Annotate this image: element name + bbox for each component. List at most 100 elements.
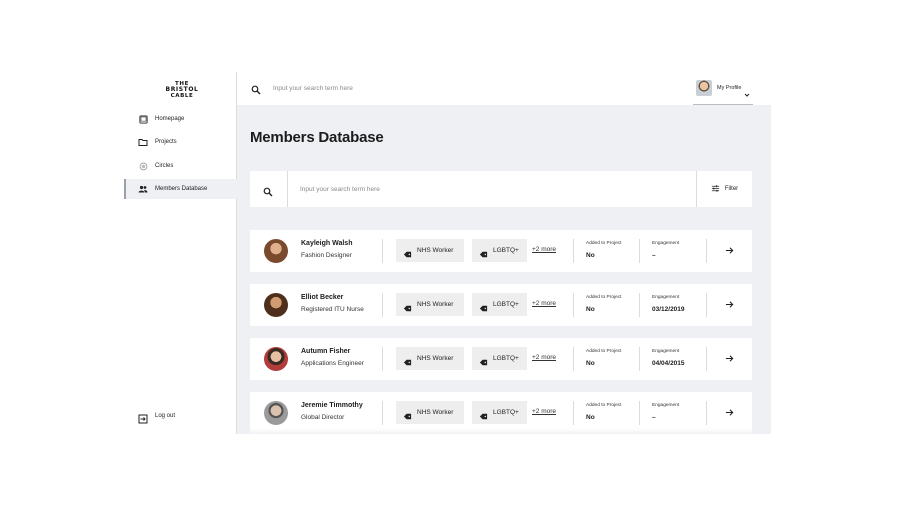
people-icon	[138, 184, 148, 194]
engagement-label: Engagement	[652, 403, 680, 408]
added-to-project-value: No	[586, 360, 595, 367]
tag-nhs-worker[interactable]: NHS Worker	[396, 347, 464, 370]
tag-lgbtq[interactable]: LGBTQ+	[472, 293, 527, 316]
brand-line-3: CABLE	[170, 93, 194, 99]
tag-icon	[479, 246, 488, 258]
divider	[639, 347, 640, 371]
tag-label: NHS Worker	[417, 355, 454, 362]
page-title: Members Database	[250, 129, 384, 146]
member-card: Autumn Fisher Applications Engineer NHS …	[250, 338, 752, 380]
divider	[573, 239, 574, 263]
filter-label: Filter	[724, 186, 739, 192]
logout-button[interactable]: Log out	[124, 406, 237, 426]
tag-nhs-worker[interactable]: NHS Worker	[396, 293, 464, 316]
more-tags-link[interactable]: +2 more	[532, 300, 556, 307]
tag-nhs-worker[interactable]: NHS Worker	[396, 239, 464, 262]
member-card: Elliot Becker Registered ITU Nurse NHS W…	[250, 284, 752, 326]
tag-lgbtq[interactable]: LGBTQ+	[472, 401, 527, 424]
added-to-project-label: Added to Project	[586, 295, 622, 300]
added-to-project-value: No	[586, 306, 595, 313]
divider	[382, 347, 383, 371]
circle-icon	[138, 161, 148, 171]
members-search-input[interactable]	[300, 181, 680, 197]
engagement-value: –	[652, 414, 656, 421]
tag-icon	[403, 354, 412, 366]
divider	[573, 347, 574, 371]
divider	[573, 401, 574, 425]
sidebar-item-label: Members Database	[155, 186, 208, 192]
tag-label: NHS Worker	[417, 409, 454, 416]
divider	[382, 293, 383, 317]
profile-label: My Profile	[717, 85, 742, 91]
more-tags-link[interactable]: +2 more	[532, 354, 556, 361]
divider	[287, 171, 288, 207]
avatar	[696, 80, 712, 96]
avatar	[264, 347, 288, 371]
added-to-project-value: No	[586, 414, 595, 421]
sidebar-item-label: Homepage	[155, 116, 185, 122]
more-tags-link[interactable]: +2 more	[532, 408, 556, 415]
arrow-right-icon	[725, 404, 734, 422]
tag-nhs-worker[interactable]: NHS Worker	[396, 401, 464, 424]
engagement-value: –	[652, 252, 656, 259]
tag-icon	[479, 354, 488, 366]
member-role: Global Director	[301, 414, 345, 421]
avatar	[264, 401, 288, 425]
search-icon	[251, 82, 261, 95]
added-to-project-label: Added to Project	[586, 241, 622, 246]
tag-lgbtq[interactable]: LGBTQ+	[472, 347, 527, 370]
member-name: Kayleigh Walsh	[301, 240, 353, 247]
engagement-value: 03/12/2019	[652, 306, 685, 313]
member-role: Fashion Designer	[301, 252, 352, 259]
sidebar-item-label: Circles	[155, 163, 174, 169]
global-search-input[interactable]	[273, 80, 573, 96]
open-member-button[interactable]	[706, 230, 752, 272]
logout-icon	[138, 411, 148, 424]
arrow-right-icon	[725, 350, 734, 368]
sidebar-item-members-database[interactable]: Members Database	[124, 179, 237, 199]
scroll-fade	[237, 428, 771, 434]
member-name: Jeremie Timmothy	[301, 402, 363, 409]
engagement-label: Engagement	[652, 295, 680, 300]
tag-icon	[403, 300, 412, 312]
filter-button[interactable]: Filter	[697, 171, 752, 207]
folder-icon	[138, 137, 148, 147]
divider	[639, 239, 640, 263]
tag-lgbtq[interactable]: LGBTQ+	[472, 239, 527, 262]
open-member-button[interactable]	[706, 284, 752, 326]
tag-label: LGBTQ+	[493, 247, 519, 254]
tag-icon	[403, 408, 412, 420]
sidebar-item-circles[interactable]: Circles	[124, 156, 237, 176]
tag-label: NHS Worker	[417, 301, 454, 308]
chevron-down-icon	[744, 85, 750, 97]
brand-logo[interactable]: THE BRISTOL CABLE	[164, 81, 200, 99]
tablet-icon	[138, 114, 148, 124]
profile-menu[interactable]: My Profile	[693, 72, 753, 105]
avatar	[264, 239, 288, 263]
app-window: THE BRISTOL CABLE Homepage Projects Circ…	[124, 72, 771, 434]
search-icon	[263, 184, 273, 197]
more-tags-link[interactable]: +2 more	[532, 246, 556, 253]
engagement-label: Engagement	[652, 241, 680, 246]
sidebar-item-label: Projects	[155, 139, 177, 145]
sidebar-item-homepage[interactable]: Homepage	[124, 109, 237, 129]
main-content: My Profile Members Database Filter	[237, 72, 771, 434]
avatar	[264, 293, 288, 317]
tag-label: LGBTQ+	[493, 409, 519, 416]
tag-label: LGBTQ+	[493, 355, 519, 362]
added-to-project-label: Added to Project	[586, 349, 622, 354]
member-name: Autumn Fisher	[301, 348, 351, 355]
engagement-value: 04/04/2015	[652, 360, 685, 367]
logout-label: Log out	[155, 413, 176, 419]
open-member-button[interactable]	[706, 338, 752, 380]
sidebar-item-projects[interactable]: Projects	[124, 132, 237, 152]
tag-label: LGBTQ+	[493, 301, 519, 308]
sliders-icon	[711, 180, 720, 198]
arrow-right-icon	[725, 242, 734, 260]
divider	[573, 293, 574, 317]
added-to-project-label: Added to Project	[586, 403, 622, 408]
tag-icon	[479, 300, 488, 312]
tag-icon	[403, 246, 412, 258]
added-to-project-value: No	[586, 252, 595, 259]
divider	[382, 401, 383, 425]
